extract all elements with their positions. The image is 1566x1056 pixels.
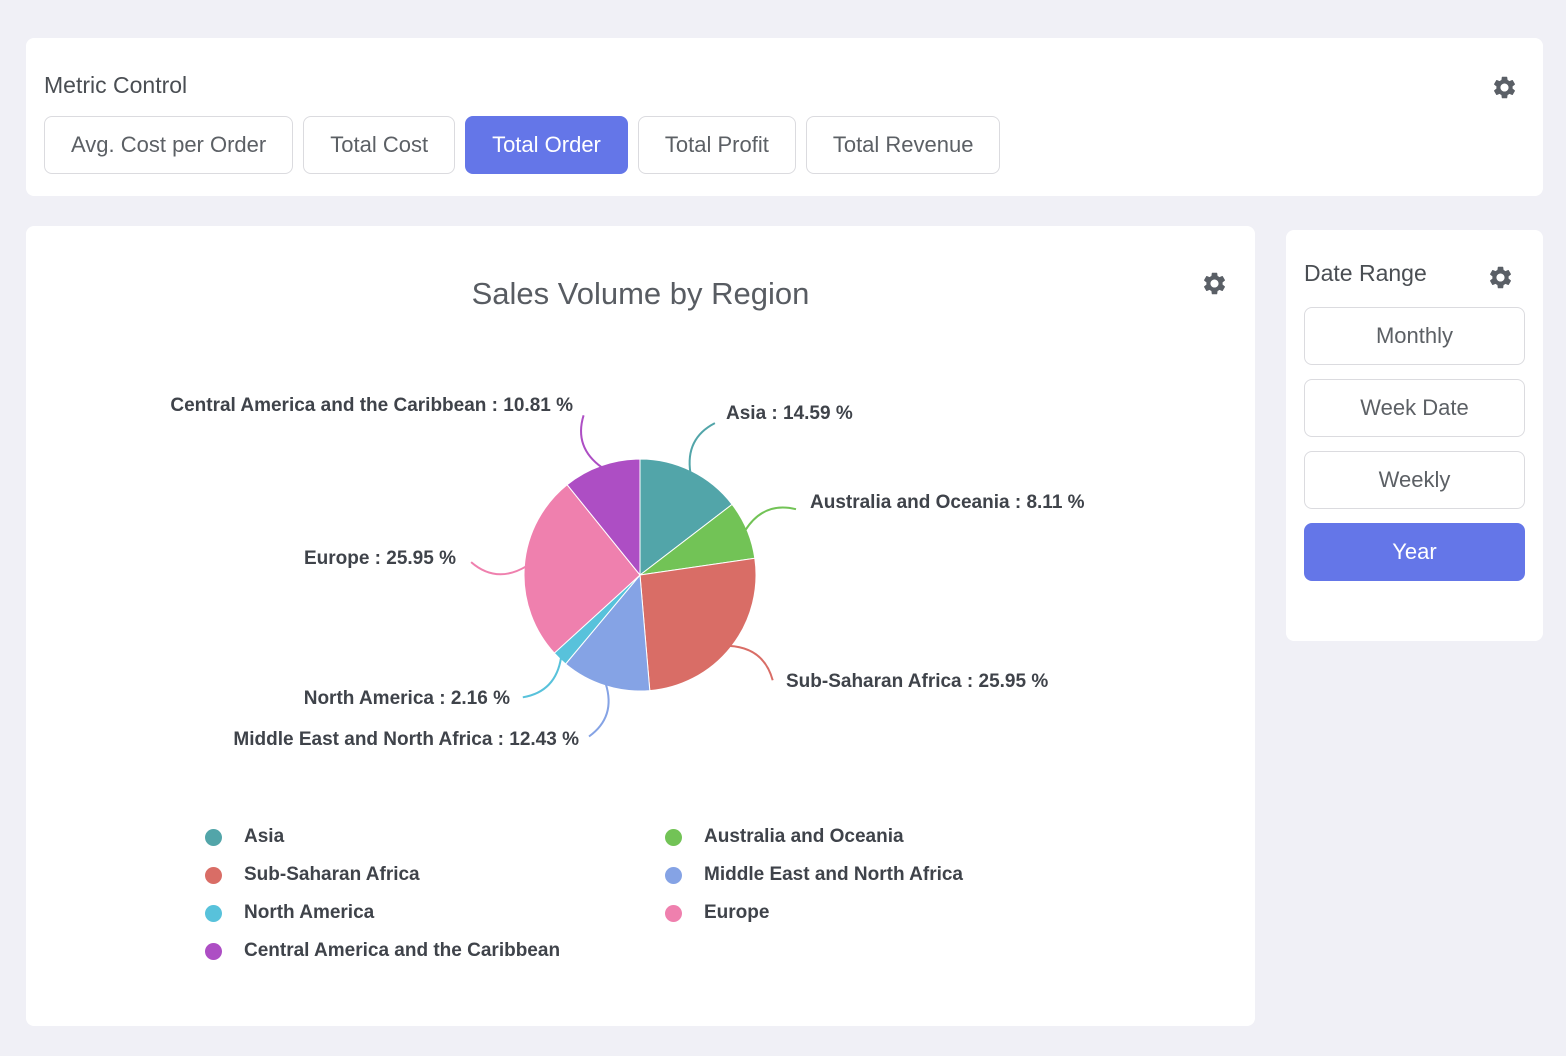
date-range-button-monthly[interactable]: Monthly: [1304, 307, 1525, 365]
pie-leader-central-america-and-the-caribbean: [581, 415, 602, 467]
legend-label-north-america: North America: [244, 902, 374, 924]
date-range-button-year[interactable]: Year: [1304, 523, 1525, 581]
legend-label-central-america-and-the-caribbean: Central America and the Caribbean: [244, 940, 560, 962]
legend-label-middle-east-and-north-africa: Middle East and North Africa: [704, 864, 963, 886]
date-range-card: Date Range MonthlyWeek DateWeeklyYear: [1286, 230, 1543, 641]
pie-leader-asia: [690, 423, 715, 473]
legend-label-australia-and-oceania: Australia and Oceania: [704, 826, 904, 848]
metric-control-card: Metric Control Avg. Cost per OrderTotal …: [26, 38, 1543, 196]
metric-button-total-profit[interactable]: Total Profit: [638, 116, 796, 174]
metric-control-settings-button[interactable]: [1489, 72, 1519, 102]
metric-button-total-cost[interactable]: Total Cost: [303, 116, 455, 174]
pie-leader-north-america: [523, 657, 561, 697]
pie-label-asia: Asia : 14.59 %: [726, 403, 853, 425]
pie-leader-sub-saharan-africa: [729, 646, 772, 680]
date-range-buttons: Monthly Week Date Weekly Year: [1304, 307, 1525, 581]
gear-icon: [1491, 74, 1518, 101]
legend-marker-europe: [665, 905, 682, 922]
chart-legend: Asia Sub-Saharan Africa North America Centr…: [205, 818, 963, 970]
pie-label-central-america-and-the-caribbean: Central America and the Caribbean : 10.8…: [170, 395, 573, 417]
pie-leader-middle-east-and-north-africa: [589, 684, 609, 737]
pie-leader-australia-and-oceania: [745, 507, 796, 530]
metric-control-title: Metric Control: [44, 72, 1525, 99]
legend-item-australia-and-oceania[interactable]: Australia and Oceania: [665, 826, 963, 848]
legend-marker-australia-and-oceania: [665, 829, 682, 846]
date-range-settings-button[interactable]: [1485, 262, 1515, 292]
metric-buttons: Avg. Cost per OrderTotal CostTotal Order…: [44, 116, 1525, 174]
pie-leader-europe: [471, 562, 526, 574]
legend-marker-north-america: [205, 905, 222, 922]
legend-marker-sub-saharan-africa: [205, 867, 222, 884]
pie-label-north-america: North America : 2.16 %: [304, 688, 510, 710]
chart-card: Sales Volume by Region AsiaSub-Saharan A…: [26, 226, 1255, 1026]
legend-item-asia[interactable]: Asia: [205, 826, 665, 848]
gear-icon: [1487, 264, 1514, 291]
legend-marker-middle-east-and-north-africa: [665, 867, 682, 884]
legend-label-sub-saharan-africa: Sub-Saharan Africa: [244, 864, 420, 886]
legend-item-middle-east-and-north-africa[interactable]: Middle East and North Africa: [665, 864, 963, 886]
legend-marker-central-america-and-the-caribbean: [205, 943, 222, 960]
pie-label-australia-and-oceania: Australia and Oceania : 8.11 %: [810, 492, 1085, 514]
legend-label-asia: Asia: [244, 826, 284, 848]
pie-slice-sub-saharan-africa[interactable]: [640, 558, 756, 690]
legend-item-north-america[interactable]: North America: [205, 902, 665, 924]
pie-label-europe: Europe : 25.95 %: [304, 548, 456, 570]
legend-label-europe: Europe: [704, 902, 769, 924]
metric-button-total-revenue[interactable]: Total Revenue: [806, 116, 1001, 174]
legend-item-central-america-and-the-caribbean[interactable]: Central America and the Caribbean: [205, 940, 665, 962]
date-range-button-week-date[interactable]: Week Date: [1304, 379, 1525, 437]
pie-label-middle-east-and-north-africa: Middle East and North Africa : 12.43 %: [233, 729, 579, 751]
metric-button-total-order[interactable]: Total Order: [465, 116, 628, 174]
legend-item-sub-saharan-africa[interactable]: Sub-Saharan Africa: [205, 864, 665, 886]
metric-button-avg-cost-per-order[interactable]: Avg. Cost per Order: [44, 116, 293, 174]
pie-label-sub-saharan-africa: Sub-Saharan Africa : 25.95 %: [786, 671, 1048, 693]
date-range-button-weekly[interactable]: Weekly: [1304, 451, 1525, 509]
legend-item-europe[interactable]: Europe: [665, 902, 963, 924]
dashboard: { "colors": { "accent": "#6476E8", "back…: [0, 0, 1566, 1056]
legend-marker-asia: [205, 829, 222, 846]
